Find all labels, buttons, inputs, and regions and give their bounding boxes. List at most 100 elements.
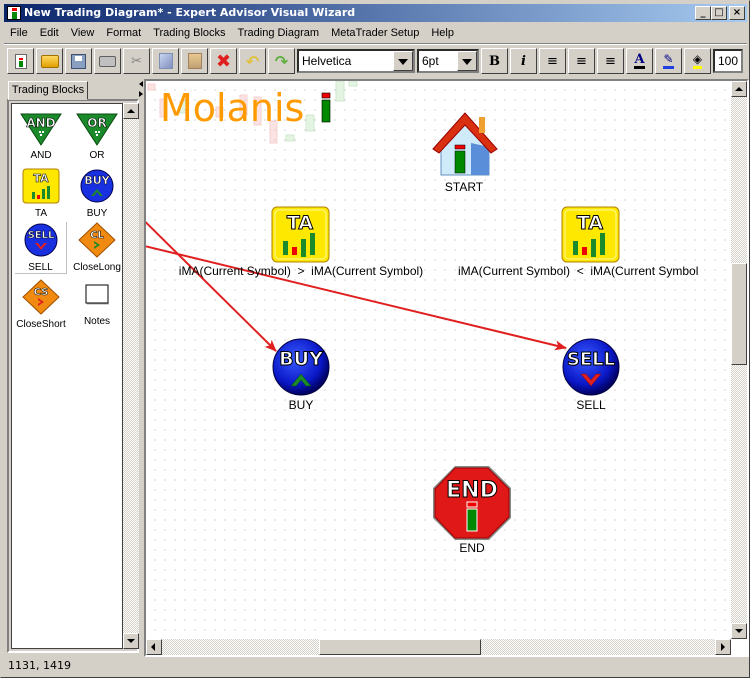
palette-item-label: BUY [86, 208, 108, 219]
house-icon [432, 112, 498, 176]
node-ta-condition-2[interactable]: TA iMA(Current Symbol) < iMA(Current Sym… [446, 205, 731, 278]
palette-list: AND AND OR OR TA TA BUY BUY SELL SELL CL… [11, 103, 123, 649]
redo-button[interactable]: ↷ [268, 48, 295, 74]
node-label: END [459, 541, 485, 555]
print-icon [99, 55, 116, 67]
palette-item-closelong[interactable]: CL CloseLong [71, 222, 123, 273]
node-ta-condition-1[interactable]: TA iMA(Current Symbol) > iMA(Current Sym… [156, 205, 446, 278]
buy-icon: BUY [80, 169, 114, 203]
scroll-up-button[interactable] [731, 81, 747, 97]
menu-format[interactable]: Format [100, 27, 147, 39]
italic-button[interactable]: i [510, 48, 537, 74]
diagram-canvas[interactable]: Molanis START TA iMA(Current Symbol) > i… [146, 81, 731, 639]
palette-frame: AND AND OR OR TA TA BUY BUY SELL SELL CL… [7, 99, 139, 653]
menu-help[interactable]: Help [425, 27, 460, 39]
canvas-horizontal-scrollbar[interactable] [146, 639, 731, 655]
toolbar-separator [4, 43, 747, 45]
node-label: BUY [288, 398, 314, 412]
svg-text:AND: AND [26, 116, 55, 130]
font-family-select[interactable]: Helvetica [297, 49, 415, 73]
fill-color-button[interactable]: ◈ [684, 48, 711, 74]
vertical-scroll-thumb[interactable] [731, 263, 747, 365]
menu-metatrader-setup[interactable]: MetaTrader Setup [325, 27, 425, 39]
buy-icon: BUY [272, 338, 330, 396]
node-buy[interactable]: BUY BUY [266, 337, 336, 412]
toolbar: ✂ ✖ ↶ ↷ Helvetica 6pt B i ≡ ≡ ≡ A ✎ ◈ 10… [7, 48, 745, 74]
window-title: New Trading Diagram* - Expert Advisor Vi… [24, 6, 356, 19]
zoom-select[interactable]: 100 [713, 49, 743, 73]
delete-button[interactable]: ✖ [210, 48, 237, 74]
scroll-up-button[interactable] [123, 103, 139, 119]
svg-text:CL: CL [90, 230, 104, 241]
menu-edit[interactable]: Edit [34, 27, 65, 39]
menu-trading-blocks[interactable]: Trading Blocks [147, 27, 231, 39]
ta-icon: TA [22, 168, 60, 204]
undo-button[interactable]: ↶ [239, 48, 266, 74]
tab-trading-blocks[interactable]: Trading Blocks [8, 81, 88, 100]
svg-text:BUY: BUY [279, 348, 323, 370]
open-button[interactable] [36, 48, 63, 74]
closeshort-icon: CS [22, 279, 60, 315]
chevron-down-icon[interactable] [393, 51, 413, 71]
closelong-icon: CL [78, 222, 116, 258]
align-right-button[interactable]: ≡ [597, 48, 624, 74]
open-icon [40, 54, 59, 68]
new-button[interactable] [7, 48, 34, 74]
canvas-vertical-scrollbar[interactable] [731, 81, 747, 639]
align-center-button[interactable]: ≡ [568, 48, 595, 74]
palette-item-notes[interactable]: Notes [71, 282, 123, 327]
minimize-button[interactable]: _ [695, 6, 711, 20]
menu-trading-diagram[interactable]: Trading Diagram [232, 27, 326, 39]
palette-vertical-scrollbar[interactable] [123, 103, 139, 649]
menu-bar: File Edit View Format Trading Blocks Tra… [4, 23, 460, 42]
scroll-down-button[interactable] [123, 633, 139, 649]
palette-item-label: CloseLong [73, 262, 121, 273]
svg-text:TA: TA [33, 172, 49, 185]
node-end[interactable]: END END [429, 464, 515, 555]
palette-item-or[interactable]: OR OR [71, 112, 123, 161]
palette-item-buy[interactable]: BUY BUY [71, 168, 123, 219]
menu-file[interactable]: File [4, 27, 34, 39]
svg-text:SELL: SELL [27, 230, 54, 241]
node-sell[interactable]: SELL SELL [556, 337, 626, 412]
svg-text:BUY: BUY [84, 174, 110, 187]
line-color-icon: ✎ [663, 53, 674, 69]
sell-icon: SELL [562, 338, 620, 396]
chevron-down-icon[interactable] [457, 51, 477, 71]
cursor-coordinates: 1131, 1419 [8, 659, 71, 672]
font-size-value: 6pt [422, 54, 439, 68]
menu-view[interactable]: View [65, 27, 101, 39]
align-left-button[interactable]: ≡ [539, 48, 566, 74]
font-color-button[interactable]: A [626, 48, 653, 74]
svg-text:END: END [446, 478, 498, 503]
palette-item-sell[interactable]: SELL SELL [15, 222, 67, 274]
scroll-right-button[interactable] [715, 639, 731, 655]
app-window: New Trading Diagram* - Expert Advisor Vi… [0, 0, 750, 678]
palette-item-label: SELL [28, 262, 53, 273]
line-color-button[interactable]: ✎ [655, 48, 682, 74]
scroll-left-button[interactable] [146, 639, 162, 655]
diagram-area: Molanis START TA iMA(Current Symbol) > i… [144, 79, 749, 657]
scroll-down-button[interactable] [731, 623, 747, 639]
font-size-select[interactable]: 6pt [417, 49, 479, 73]
palette-item-and[interactable]: AND AND [15, 112, 67, 161]
copy-button[interactable] [152, 48, 179, 74]
node-start[interactable]: START [424, 107, 504, 194]
title-bar: New Trading Diagram* - Expert Advisor Vi… [4, 4, 747, 22]
paste-button[interactable] [181, 48, 208, 74]
scroll-corner [731, 639, 747, 655]
cut-button[interactable]: ✂ [123, 48, 150, 74]
bold-button[interactable]: B [481, 48, 508, 74]
italic-icon: i [521, 53, 526, 69]
close-button[interactable]: × [729, 6, 745, 20]
print-button[interactable] [94, 48, 121, 74]
palette-item-ta[interactable]: TA TA [15, 168, 67, 219]
maximize-button[interactable]: □ [711, 6, 727, 20]
save-button[interactable] [65, 48, 92, 74]
palette-item-closeshort[interactable]: CS CloseShort [15, 279, 67, 330]
align-center-icon: ≡ [576, 53, 587, 69]
bold-icon: B [489, 53, 500, 69]
horizontal-scroll-thumb[interactable] [319, 639, 481, 655]
align-left-icon: ≡ [547, 53, 558, 69]
node-label: iMA(Current Symbol) > iMA(Current Symbol… [178, 264, 424, 278]
